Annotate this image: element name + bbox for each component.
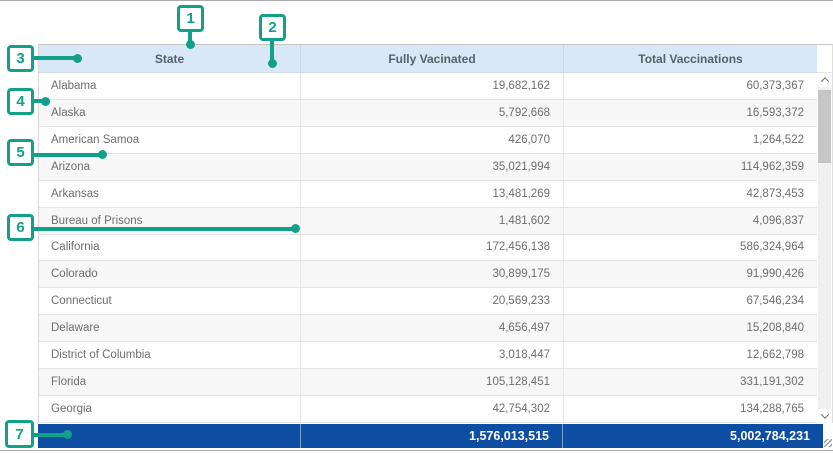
callout-4: 4 — [7, 88, 34, 115]
cell-total-vaccinations: 134,288,765 — [564, 396, 817, 422]
cell-state: American Samoa — [39, 127, 301, 153]
cell-total-vaccinations: 114,962,359 — [564, 154, 817, 180]
chevron-down-icon — [820, 410, 828, 418]
table-row[interactable]: Alaska 5,792,668 16,593,372 — [39, 100, 817, 127]
cell-state: District of Columbia — [39, 342, 301, 368]
cell-state: Connecticut — [39, 288, 301, 314]
cell-total-vaccinations: 67,546,234 — [564, 288, 817, 314]
cell-total-vaccinations: 586,324,964 — [564, 235, 817, 261]
scrollbar-thumb[interactable] — [818, 90, 831, 163]
cell-state: Alabama — [39, 73, 301, 99]
callout-5-dot — [98, 150, 107, 159]
callout-7: 7 — [5, 420, 34, 448]
cell-total-vaccinations: 42,873,453 — [564, 181, 817, 207]
callout-6-dot — [291, 224, 300, 233]
callout-1-dot — [186, 40, 195, 49]
page-bottom-border — [0, 450, 833, 451]
cell-fully-vaccinated: 3,018,447 — [301, 342, 564, 368]
callout-5-connector — [32, 153, 99, 157]
cell-fully-vaccinated: 1,481,602 — [301, 208, 564, 234]
callout-5: 5 — [7, 139, 34, 166]
cell-total-vaccinations: 91,990,426 — [564, 261, 817, 287]
table-row[interactable]: District of Columbia 3,018,447 12,662,79… — [39, 342, 817, 369]
callout-2-dot — [268, 59, 277, 68]
cell-fully-vaccinated: 35,021,994 — [301, 154, 564, 180]
table-body: Alabama 19,682,162 60,373,367 Alaska 5,7… — [39, 73, 817, 423]
scroll-down-button[interactable] — [817, 409, 832, 423]
cell-fully-vaccinated: 4,656,497 — [301, 315, 564, 341]
callout-6-label: 6 — [16, 219, 24, 236]
column-header-total-vaccinations[interactable]: Total Vaccinations — [564, 45, 817, 73]
cell-state: Georgia — [39, 396, 301, 422]
resize-grip-icon — [824, 439, 832, 447]
cell-state: Colorado — [39, 261, 301, 287]
table-row[interactable]: Colorado 30,899,175 91,990,426 — [39, 261, 817, 288]
vertical-scrollbar[interactable] — [817, 73, 832, 423]
callout-7-label: 7 — [15, 426, 23, 443]
callout-1: 1 — [177, 5, 204, 32]
cell-total-vaccinations: 60,373,367 — [564, 73, 817, 99]
callout-3-connector — [32, 56, 74, 60]
column-header-fully-vaccinated[interactable]: Fully Vacinated — [301, 45, 564, 73]
cell-total-vaccinations: 1,264,522 — [564, 127, 817, 153]
page-top-border — [0, 0, 833, 1]
totals-row: 1,576,013,515 5,002,784,231 — [38, 424, 823, 448]
table-row[interactable]: California 172,456,138 586,324,964 — [39, 235, 817, 262]
cell-state: Arkansas — [39, 181, 301, 207]
table-row[interactable]: Georgia 42,754,302 134,288,765 — [39, 396, 817, 423]
totals-total-vaccinations: 5,002,784,231 — [563, 424, 823, 448]
header-scrollbar-corner — [817, 45, 832, 73]
cell-fully-vaccinated: 105,128,451 — [301, 369, 564, 395]
table-row[interactable]: Alabama 19,682,162 60,373,367 — [39, 73, 817, 100]
totals-state-cell — [38, 424, 301, 448]
callout-2-connector — [270, 40, 274, 61]
callout-5-label: 5 — [16, 144, 24, 161]
table-row[interactable]: American Samoa 426,070 1,264,522 — [39, 127, 817, 154]
callout-6-connector — [32, 227, 292, 231]
cell-total-vaccinations: 15,208,840 — [564, 315, 817, 341]
cell-total-vaccinations: 12,662,798 — [564, 342, 817, 368]
cell-fully-vaccinated: 426,070 — [301, 127, 564, 153]
cell-total-vaccinations: 4,096,837 — [564, 208, 817, 234]
callout-2: 2 — [259, 14, 286, 41]
cell-fully-vaccinated: 172,456,138 — [301, 235, 564, 261]
cell-state: Delaware — [39, 315, 301, 341]
callout-2-label: 2 — [268, 19, 276, 36]
cell-state: California — [39, 235, 301, 261]
callout-7-connector — [33, 433, 65, 437]
totals-fully-vaccinated: 1,576,013,515 — [301, 424, 563, 448]
cell-fully-vaccinated: 30,899,175 — [301, 261, 564, 287]
vaccination-table: State Fully Vacinated Total Vaccinations… — [38, 44, 833, 423]
cell-fully-vaccinated: 20,569,233 — [301, 288, 564, 314]
chevron-up-icon — [820, 77, 828, 85]
callout-3-dot — [73, 54, 82, 63]
table-header-row: State Fully Vacinated Total Vaccinations — [39, 45, 832, 73]
table-row[interactable]: Florida 105,128,451 331,191,302 — [39, 369, 817, 396]
callout-3-label: 3 — [16, 50, 24, 67]
cell-fully-vaccinated: 42,754,302 — [301, 396, 564, 422]
cell-fully-vaccinated: 13,481,269 — [301, 181, 564, 207]
callout-4-label: 4 — [16, 93, 24, 110]
callout-7-dot — [63, 430, 72, 439]
scroll-up-button[interactable] — [817, 73, 832, 87]
cell-state: Arizona — [39, 154, 301, 180]
cell-fully-vaccinated: 5,792,668 — [301, 100, 564, 126]
cell-total-vaccinations: 16,593,372 — [564, 100, 817, 126]
table-row[interactable]: Arizona 35,021,994 114,962,359 — [39, 154, 817, 181]
table-row[interactable]: Delaware 4,656,497 15,208,840 — [39, 315, 817, 342]
callout-1-label: 1 — [186, 10, 194, 27]
cell-state: Alaska — [39, 100, 301, 126]
cell-state: Florida — [39, 369, 301, 395]
callout-3: 3 — [7, 45, 34, 72]
callout-4-dot — [41, 97, 50, 106]
cell-total-vaccinations: 331,191,302 — [564, 369, 817, 395]
table-row[interactable]: Arkansas 13,481,269 42,873,453 — [39, 181, 817, 208]
callout-6: 6 — [7, 214, 34, 241]
cell-fully-vaccinated: 19,682,162 — [301, 73, 564, 99]
table-row[interactable]: Connecticut 20,569,233 67,546,234 — [39, 288, 817, 315]
page: State Fully Vacinated Total Vaccinations… — [0, 0, 833, 453]
